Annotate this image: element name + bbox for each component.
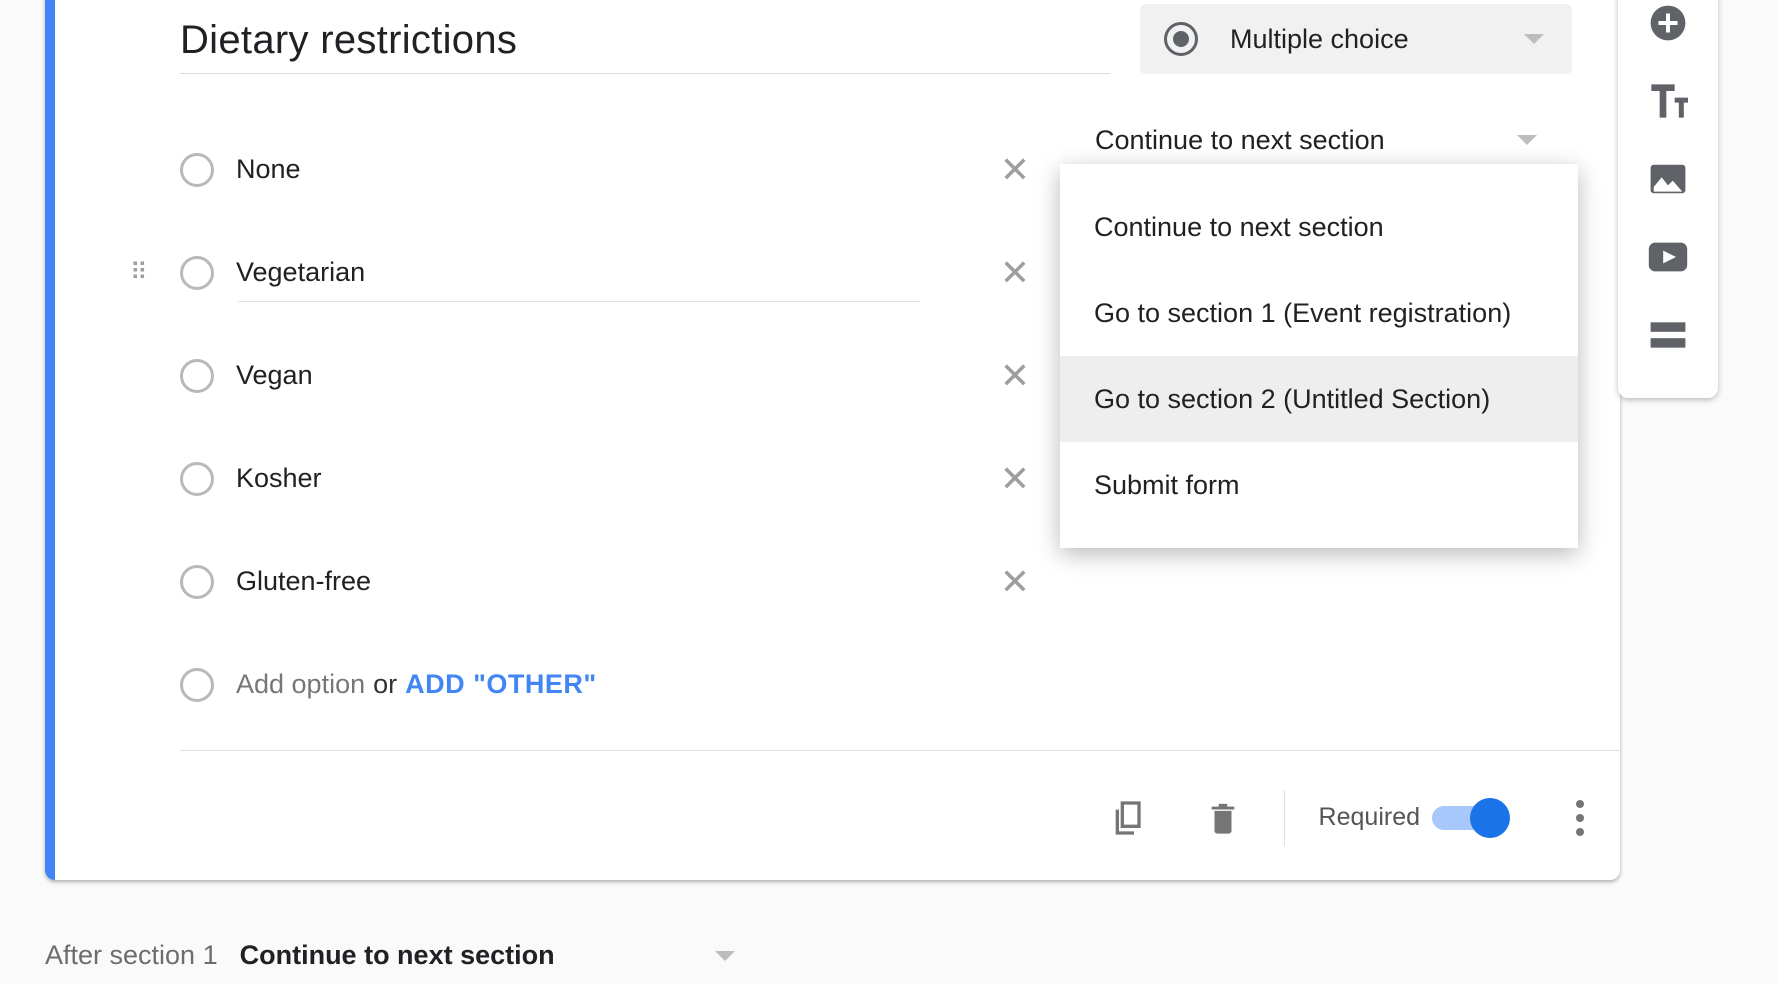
more-button[interactable] — [1576, 800, 1584, 836]
required-toggle[interactable] — [1432, 806, 1506, 830]
goto-section-select[interactable]: Continue to next section — [1095, 114, 1555, 166]
plus-circle-icon — [1649, 4, 1687, 42]
option-label[interactable]: None — [236, 154, 301, 185]
floating-toolbar — [1618, 0, 1718, 398]
or-text: or — [373, 669, 397, 700]
after-section-selector[interactable]: After section 1 Continue to next section — [45, 940, 735, 971]
add-video-button[interactable] — [1618, 218, 1718, 296]
chevron-down-icon — [1524, 34, 1544, 44]
after-section-label: After section 1 — [45, 940, 218, 971]
options-list: None ✕ ⠿ Vegetarian ✕ Vegan ✕ Kosher ✕ G… — [180, 118, 1040, 736]
text-icon — [1648, 84, 1688, 118]
dropdown-item[interactable]: Continue to next section — [1060, 184, 1578, 270]
question-footer: Required — [45, 775, 1620, 860]
close-icon[interactable]: ✕ — [1000, 358, 1030, 394]
add-other-link[interactable]: ADD "OTHER" — [405, 669, 597, 700]
option-row[interactable]: Vegan ✕ — [180, 324, 1040, 427]
close-icon[interactable]: ✕ — [1000, 255, 1030, 291]
option-label[interactable]: Vegetarian — [236, 257, 365, 288]
goto-selected-label: Continue to next section — [1095, 125, 1385, 156]
option-row[interactable]: Gluten-free ✕ — [180, 530, 1040, 633]
option-label[interactable]: Gluten-free — [236, 566, 371, 597]
add-option-row: Add option or ADD "OTHER" — [180, 633, 1040, 736]
drag-handle-icon[interactable]: ⠿ — [130, 269, 152, 277]
option-label[interactable]: Vegan — [236, 360, 313, 391]
close-icon[interactable]: ✕ — [1000, 564, 1030, 600]
dropdown-item[interactable]: Go to section 2 (Untitled Section) — [1060, 356, 1578, 442]
required-label: Required — [1319, 803, 1420, 832]
question-type-label: Multiple choice — [1230, 24, 1409, 55]
question-title-text[interactable]: Dietary restrictions — [180, 18, 1110, 73]
radio-icon — [180, 359, 214, 393]
radio-icon — [180, 565, 214, 599]
divider — [180, 750, 1620, 751]
dropdown-item[interactable]: Go to section 1 (Event registration) — [1060, 270, 1578, 356]
option-row[interactable]: None ✕ — [180, 118, 1040, 221]
duplicate-button[interactable] — [1104, 793, 1154, 843]
option-row[interactable]: Kosher ✕ — [180, 427, 1040, 530]
add-option-placeholder[interactable]: Add option — [236, 669, 365, 700]
copy-icon — [1109, 796, 1149, 840]
option-row[interactable]: ⠿ Vegetarian ✕ — [180, 221, 1040, 324]
active-card-indicator — [45, 0, 55, 880]
question-type-selector[interactable]: Multiple choice — [1140, 4, 1572, 74]
chevron-down-icon — [715, 951, 735, 961]
chevron-down-icon — [1517, 135, 1537, 145]
video-icon — [1647, 241, 1689, 273]
goto-dropdown: Continue to next section Go to section 1… — [1060, 164, 1578, 548]
trash-icon — [1206, 797, 1240, 839]
question-title-field[interactable]: Dietary restrictions — [180, 18, 1110, 74]
close-icon[interactable]: ✕ — [1000, 152, 1030, 188]
add-question-button[interactable] — [1618, 0, 1718, 62]
image-icon — [1649, 162, 1687, 196]
after-section-value: Continue to next section — [240, 940, 555, 971]
dropdown-item[interactable]: Submit form — [1060, 442, 1578, 528]
add-section-button[interactable] — [1618, 296, 1718, 374]
input-underline — [238, 301, 920, 302]
radio-icon — [1164, 22, 1198, 56]
radio-icon — [180, 462, 214, 496]
add-image-button[interactable] — [1618, 140, 1718, 218]
add-title-button[interactable] — [1618, 62, 1718, 140]
close-icon[interactable]: ✕ — [1000, 461, 1030, 497]
radio-icon — [180, 668, 214, 702]
section-icon — [1649, 320, 1687, 350]
divider — [1284, 790, 1285, 846]
radio-icon — [180, 256, 214, 290]
option-label[interactable]: Kosher — [236, 463, 322, 494]
radio-icon — [180, 153, 214, 187]
delete-button[interactable] — [1198, 793, 1248, 843]
question-card: Dietary restrictions Multiple choice Non… — [45, 0, 1620, 880]
